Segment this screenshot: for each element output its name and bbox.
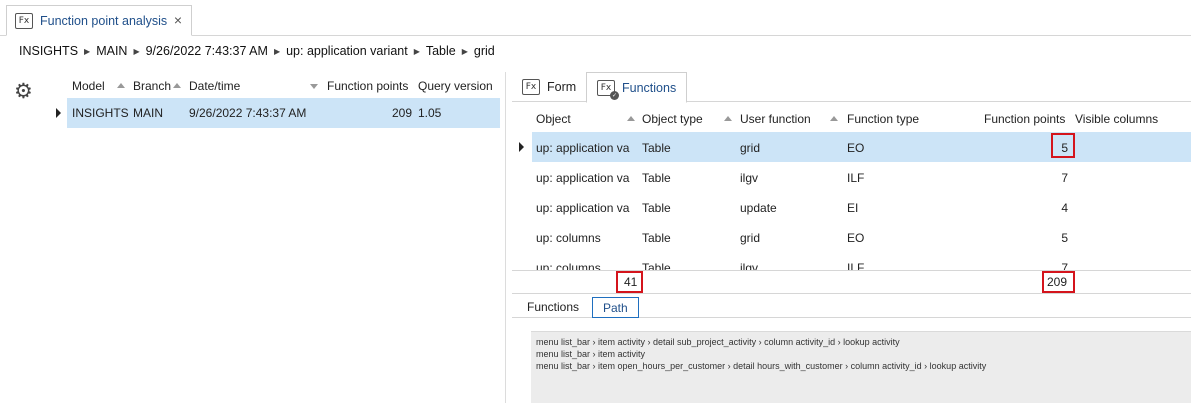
form-icon: Fx — [522, 79, 540, 95]
sort-ascending-icon — [724, 116, 732, 121]
cell-object-type: Table — [642, 231, 671, 245]
cell-user-function: ilgv — [740, 171, 759, 185]
path-list: menu list_bar › item activity › detail s… — [531, 331, 1191, 403]
cell-query-version: 1.05 — [418, 106, 442, 120]
cell-function-type: ILF — [847, 171, 865, 185]
breadcrumb-separator-icon: ▶ — [461, 46, 468, 56]
cell-branch: MAIN — [133, 106, 163, 120]
sort-ascending-icon — [830, 116, 838, 121]
document-tab-bar: Fx Function point analysis × — [0, 0, 1191, 36]
table-row[interactable]: up: application va Table update EI 4 — [512, 192, 1191, 222]
highlight-box — [616, 271, 643, 293]
cell-function-type: EO — [847, 231, 865, 245]
gear-icon[interactable]: ⚙ — [14, 80, 36, 102]
functions-icon: Fx ✓ — [597, 79, 619, 100]
tab-functions-label: Functions — [622, 80, 677, 95]
sort-ascending-icon — [173, 83, 181, 88]
functions-grid-body[interactable]: up: application va Table grid EO 5 up: a… — [512, 132, 1191, 270]
path-item[interactable]: menu list_bar › item activity › detail s… — [536, 336, 1191, 348]
cell-object: up: application va — [536, 201, 630, 215]
column-header-visible-columns[interactable]: Visible columns — [1075, 112, 1158, 126]
sort-ascending-icon — [117, 83, 125, 88]
cell-function-type: EO — [847, 141, 865, 155]
column-header-function-points[interactable]: Function points — [327, 79, 408, 93]
row-pointer-icon — [56, 108, 61, 118]
cell-datetime: 9/26/2022 7:43:37 AM — [189, 106, 307, 120]
check-badge-icon: ✓ — [610, 90, 619, 100]
close-icon[interactable]: × — [171, 12, 185, 28]
cell-function-type: EI — [847, 201, 859, 215]
cell-user-function: grid — [740, 141, 761, 155]
cell-user-function: grid — [740, 231, 761, 245]
cell-object-type: Table — [642, 201, 671, 215]
table-row[interactable]: up: columns Table ilgv ILF 7 — [512, 252, 1191, 270]
table-row[interactable]: up: application va Table ilgv ILF 7 — [512, 162, 1191, 192]
highlight-box — [1042, 271, 1075, 293]
table-row[interactable]: INSIGHTS MAIN 9/26/2022 7:43:37 AM 209 1… — [48, 98, 500, 128]
table-row[interactable]: up: application va Table grid EO 5 — [512, 132, 1191, 162]
column-header-model[interactable]: Model — [72, 79, 105, 93]
functions-grid: Object Object type User function Functio… — [512, 104, 1191, 270]
cell-function-points: 209 — [391, 106, 412, 120]
column-header-function-type[interactable]: Function type — [847, 112, 919, 126]
cell-user-function: update — [740, 201, 777, 215]
cell-function-points: 7 — [1061, 261, 1068, 270]
highlight-box — [1051, 133, 1075, 158]
grid-totals-row: 41 209 — [512, 270, 1191, 294]
cell-object-type: Table — [642, 141, 671, 155]
breadcrumb-datetime[interactable]: 9/26/2022 7:43:37 AM — [146, 44, 268, 58]
column-header-function-points[interactable]: Function points — [984, 112, 1065, 126]
analysis-list-grid: Model Branch Date/time Function points Q… — [48, 74, 500, 128]
grid-header: Model Branch Date/time Function points Q… — [48, 74, 500, 98]
grid-header: Object Object type User function Functio… — [512, 104, 1191, 132]
cell-object: up: application va — [536, 141, 630, 155]
breadcrumb-user-function[interactable]: grid — [474, 44, 495, 58]
breadcrumb: INSIGHTS ▶ MAIN ▶ 9/26/2022 7:43:37 AM ▶… — [19, 43, 495, 59]
column-header-branch[interactable]: Branch — [133, 79, 171, 93]
cell-function-points: 4 — [1061, 201, 1068, 215]
table-row[interactable]: up: columns Table grid EO 5 — [512, 222, 1191, 252]
tab-form[interactable]: Fx Form — [512, 72, 586, 102]
detail-tab-bar: Fx Form Fx ✓ Functions — [512, 72, 1191, 103]
sort-ascending-icon — [627, 116, 635, 121]
breadcrumb-object[interactable]: up: application variant — [286, 44, 408, 58]
cell-function-type: ILF — [847, 261, 865, 270]
cell-user-function: ilgv — [740, 261, 759, 270]
bottom-tab-bar: Functions Path — [512, 296, 1191, 318]
breadcrumb-separator-icon: ▶ — [273, 46, 281, 56]
breadcrumb-branch[interactable]: MAIN — [96, 44, 127, 58]
row-pointer-icon — [519, 142, 524, 152]
breadcrumb-separator-icon: ▶ — [133, 46, 140, 56]
cell-object: up: application va — [536, 171, 630, 185]
breadcrumb-separator-icon: ▶ — [84, 46, 91, 56]
column-header-object-type[interactable]: Object type — [642, 112, 703, 126]
breadcrumb-object-type[interactable]: Table — [426, 44, 456, 58]
cell-object-type: Table — [642, 171, 671, 185]
tab-functions-bottom[interactable]: Functions — [527, 300, 579, 314]
column-header-datetime[interactable]: Date/time — [189, 79, 240, 93]
column-header-query-version[interactable]: Query version — [418, 79, 493, 93]
column-header-object[interactable]: Object — [536, 112, 571, 126]
function-icon: Fx — [15, 12, 33, 29]
tab-form-label: Form — [547, 80, 577, 94]
tab-title: Function point analysis — [40, 13, 168, 28]
panel-splitter[interactable] — [505, 72, 506, 403]
path-item[interactable]: menu list_bar › item activity — [536, 348, 1191, 360]
sort-descending-icon — [310, 84, 318, 89]
cell-model: INSIGHTS — [72, 106, 129, 120]
tab-functions[interactable]: Fx ✓ Functions — [586, 72, 687, 103]
column-header-user-function[interactable]: User function — [740, 112, 811, 126]
cell-object: up: columns — [536, 231, 601, 245]
cell-function-points: 7 — [1061, 171, 1068, 185]
breadcrumb-separator-icon: ▶ — [413, 46, 420, 56]
tab-function-point-analysis[interactable]: Fx Function point analysis × — [6, 5, 192, 36]
path-item[interactable]: menu list_bar › item open_hours_per_cust… — [536, 360, 1191, 372]
tab-path[interactable]: Path — [592, 297, 639, 318]
cell-function-points: 5 — [1061, 231, 1068, 245]
cell-object: up: columns — [536, 261, 601, 270]
cell-object-type: Table — [642, 261, 671, 270]
breadcrumb-model[interactable]: INSIGHTS — [19, 44, 78, 58]
